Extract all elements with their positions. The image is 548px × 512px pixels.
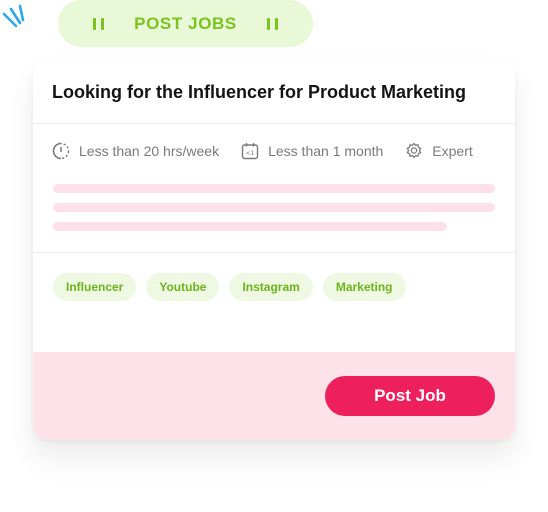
pause-icon — [266, 17, 278, 30]
tag-list: Influencer Youtube Instagram Marketing — [53, 273, 406, 301]
meta-duration-label: Less than 1 month — [268, 143, 384, 159]
calendar-icon: <1 — [241, 143, 259, 160]
gear-icon — [407, 142, 422, 159]
divider — [33, 252, 515, 253]
meta-duration: <1 Less than 1 month — [241, 142, 383, 160]
tag-youtube[interactable]: Youtube — [146, 273, 220, 301]
header-label: POST JOBS — [134, 13, 237, 33]
svg-text:<1: <1 — [246, 150, 255, 157]
half-circle-clock-icon — [52, 142, 70, 160]
job-title: Looking for the Influencer for Product M… — [52, 82, 467, 102]
tag-marketing[interactable]: Marketing — [322, 273, 406, 301]
meta-hours: Less than 20 hrs/week — [52, 142, 219, 160]
description-placeholder-line — [53, 184, 495, 193]
post-job-button[interactable]: Post Job — [325, 376, 495, 416]
tag-influencer[interactable]: Influencer — [53, 273, 137, 301]
description-placeholder-line — [53, 222, 447, 231]
meta-level-label: Expert — [432, 143, 473, 159]
sparkle-lines-icon — [2, 4, 25, 28]
pause-icon — [93, 17, 105, 30]
description-placeholder-line — [53, 203, 495, 212]
meta-hours-label: Less than 20 hrs/week — [79, 143, 220, 159]
post-jobs-header: POST JOBS — [58, 0, 313, 47]
meta-level: Expert — [405, 142, 473, 160]
job-meta-row: Less than 20 hrs/week <1 Less than 1 mon… — [52, 142, 473, 160]
job-card: Looking for the Influencer for Product M… — [33, 60, 515, 440]
divider — [33, 123, 515, 124]
tag-instagram[interactable]: Instagram — [229, 273, 313, 301]
card-footer: Post Job — [33, 352, 515, 440]
